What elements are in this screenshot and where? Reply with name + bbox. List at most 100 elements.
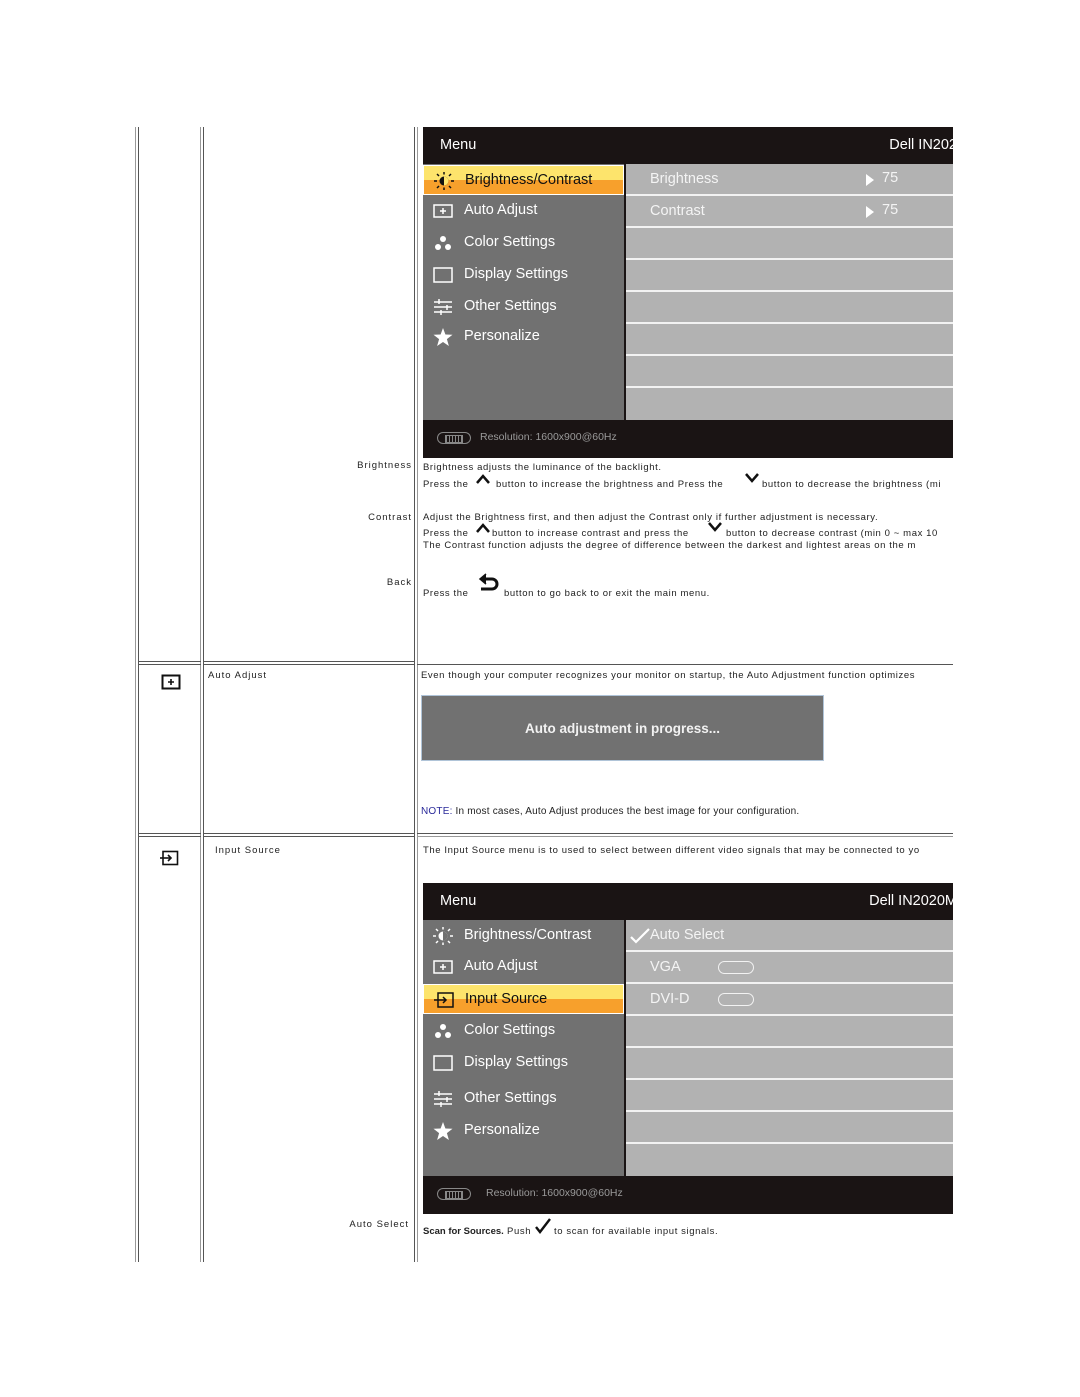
table-border <box>138 833 201 834</box>
vga-connector-icon <box>437 432 471 444</box>
input-source-icon <box>434 992 454 1008</box>
osd-empty-row <box>626 1080 953 1112</box>
osd-item-label: Brightness/Contrast <box>465 172 593 188</box>
osd-header: Menu Dell IN202 <box>423 127 953 164</box>
auto-adjust-icon <box>433 960 453 974</box>
osd-empty-row <box>626 388 953 418</box>
osd-model: Dell IN202 <box>889 137 953 153</box>
row-label-input-source: Input Source <box>215 845 281 856</box>
osd-empty-row <box>626 260 953 292</box>
contrast-press-pre: Press the <box>423 528 469 539</box>
sub-label-contrast: Contrast <box>368 512 412 523</box>
table-border <box>414 127 415 1262</box>
osd-empty-row <box>626 228 953 260</box>
osd-setting-brightness: Brightness 75 <box>626 164 953 196</box>
osd-item-auto-adjust: Auto Adjust <box>423 196 624 226</box>
osd-menu-screenshot: Menu Dell IN2020M Brightness/Contrast Au… <box>423 883 953 1214</box>
osd-item-label: Color Settings <box>464 1022 556 1038</box>
osd-item-input-source: Input Source <box>423 984 624 1014</box>
osd-resolution: Resolution: 1600x900@60Hz <box>486 1187 623 1199</box>
osd-item-other-settings: Other Settings <box>423 1084 624 1114</box>
star-icon <box>433 328 453 346</box>
brightness-press-pre: Press the <box>423 479 469 490</box>
auto-adjust-icon <box>161 674 181 690</box>
osd-resolution: Resolution: 1600x900@60Hz <box>480 431 617 443</box>
osd-empty-row <box>626 292 953 324</box>
osd-item-color-settings: Color Settings <box>423 1016 624 1046</box>
osd-setting-label: Brightness <box>650 171 719 187</box>
osd-header: Menu Dell IN2020M <box>423 883 953 920</box>
table-border <box>203 127 204 1262</box>
sun-icon <box>434 172 454 190</box>
osd-item-personalize: Personalize <box>423 322 624 352</box>
color-dots-icon <box>435 1024 451 1038</box>
osd-item-brightness-contrast: Brightness/Contrast <box>423 921 624 951</box>
osd-item-personalize: Personalize <box>423 1116 624 1146</box>
sun-icon <box>433 927 453 945</box>
vga-connector-icon <box>437 1188 471 1200</box>
note-text: In most cases, Auto Adjust produces the … <box>452 806 800 817</box>
osd-submenu: Brightness 75 Contrast 75 <box>626 164 953 420</box>
osd-main-menu: Brightness/Contrast Auto Adjust Color Se… <box>423 164 624 420</box>
sub-label-back: Back <box>386 577 412 588</box>
star-icon <box>433 1122 453 1140</box>
table-border <box>203 833 415 834</box>
osd-empty-row <box>626 1048 953 1080</box>
checkmark-icon <box>630 928 650 944</box>
input-source-description: The Input Source menu is to used to sele… <box>423 845 920 856</box>
osd-source-auto-select: Auto Select <box>626 920 953 952</box>
auto-adjust-progress-text: Auto adjustment in progress... <box>524 721 721 736</box>
note-label: NOTE: <box>421 806 453 817</box>
auto-adjust-icon <box>433 204 453 218</box>
display-icon <box>433 267 453 283</box>
input-source-icon <box>160 850 179 866</box>
row-label-auto-adjust: Auto Adjust <box>208 670 268 681</box>
table-border <box>417 833 953 834</box>
osd-setting-value: 75 <box>882 170 899 186</box>
osd-item-label: Personalize <box>464 328 540 344</box>
osd-item-label: Color Settings <box>464 234 556 250</box>
contrast-description: Adjust the Brightness first, and then ad… <box>423 512 879 523</box>
color-dots-icon <box>435 236 451 250</box>
brightness-press-post: button to decrease the brightness (mi <box>762 479 942 490</box>
back-press-pre: Press the <box>423 588 469 599</box>
osd-menu-screenshot: Menu Dell IN202 Brightness/Contrast Auto… <box>423 127 953 458</box>
auto-adjust-note: NOTE: In most cases, Auto Adjust produce… <box>421 806 799 817</box>
brightness-press-mid: button to increase the brightness and Pr… <box>496 479 724 490</box>
osd-title: Menu <box>440 893 477 909</box>
down-button-icon <box>708 522 722 532</box>
checkmark-icon <box>535 1218 551 1234</box>
down-button-icon <box>745 473 759 483</box>
table-border <box>135 127 136 1262</box>
osd-empty-row <box>626 356 953 388</box>
osd-item-label: Other Settings <box>464 298 557 314</box>
sliders-icon <box>434 1091 452 1107</box>
table-border <box>203 661 415 662</box>
osd-item-label: Input Source <box>465 991 548 1007</box>
vga-connector-icon <box>718 961 754 974</box>
table-border <box>200 127 201 1262</box>
osd-model: Dell IN2020M <box>869 893 953 909</box>
osd-main-menu: Brightness/Contrast Auto Adjust Input So… <box>423 920 624 1176</box>
osd-item-display-settings: Display Settings <box>423 260 624 290</box>
sliders-icon <box>434 299 452 315</box>
osd-submenu: Auto Select VGA DVI-D <box>626 920 953 1176</box>
osd-title: Menu <box>440 137 477 153</box>
osd-item-label: Personalize <box>464 1122 540 1138</box>
osd-setting-value: 75 <box>882 202 899 218</box>
brightness-description: Brightness adjusts the luminance of the … <box>423 462 662 473</box>
table-border <box>138 664 201 665</box>
table-border <box>203 664 415 665</box>
sub-label-brightness: Brightness <box>357 460 412 471</box>
osd-source-dvi-d: DVI-D <box>626 984 953 1016</box>
osd-item-label: Brightness/Contrast <box>464 927 592 943</box>
sub-label-auto-select: Auto Select <box>349 1219 409 1230</box>
right-arrow-icon <box>866 174 874 186</box>
osd-empty-row <box>626 1112 953 1144</box>
display-icon <box>433 1055 453 1071</box>
table-border <box>138 836 201 837</box>
osd-source-label: VGA <box>650 959 681 975</box>
dvi-connector-icon <box>718 993 754 1006</box>
table-border <box>417 127 418 1262</box>
osd-source-label: DVI-D <box>650 991 690 1007</box>
